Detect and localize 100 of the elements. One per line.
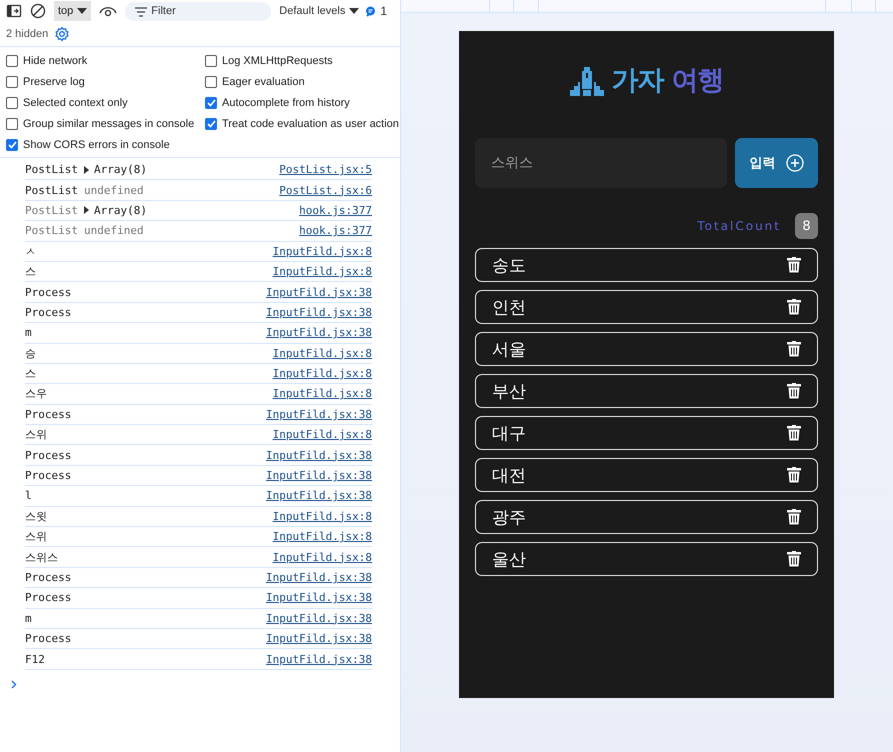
app-title: 여행 [672,64,724,98]
setting-option[interactable]: Autocomplete from history [205,92,400,113]
submit-button[interactable]: 입력 [735,138,818,188]
source-link[interactable]: InputFild.jsx:38 [266,306,372,319]
source-link[interactable]: InputFild.jsx:38 [266,652,372,666]
log-message: 승 [25,346,36,361]
log-message: Process [25,469,72,482]
trash-icon[interactable] [787,425,801,441]
source-link[interactable]: InputFild.jsx:38 [266,612,372,625]
source-link[interactable]: InputFild.jsx:38 [266,469,372,482]
log-message: l [25,489,32,502]
setting-option[interactable]: Group similar messages in console [6,113,205,134]
checkmark-icon [206,120,216,128]
checkbox[interactable] [205,96,217,108]
setting-option[interactable]: Selected context only [6,92,205,113]
log-message: PostList [25,163,78,176]
levels-dropdown[interactable]: Default levels [279,5,360,17]
checkbox[interactable] [205,118,217,130]
trash-icon[interactable] [787,341,801,357]
checkbox[interactable] [6,138,18,150]
log-message: 스윗 [25,508,47,524]
source-link[interactable]: InputFild.jsx:38 [266,632,372,646]
filter-icon [135,6,148,16]
source-link[interactable]: InputFild.jsx:8 [272,428,372,442]
log-message: Process [25,591,72,604]
checkmark-icon [206,98,216,106]
setting-option[interactable]: Preserve log [6,71,205,92]
trash-icon[interactable] [787,551,801,567]
source-link[interactable]: InputFild.jsx:38 [266,286,372,299]
clear-console-icon[interactable] [30,3,46,19]
log-message: 스위스 [25,550,58,565]
object-preview[interactable]: Array(8) [84,204,147,217]
source-link[interactable]: PostList.jsx:5 [279,163,372,176]
log-message: F12 [25,652,45,666]
trash-icon[interactable] [787,509,801,525]
checkbox[interactable] [205,54,217,66]
item-label: 부산 [492,380,526,402]
source-link[interactable]: hook.js:377 [299,224,372,238]
source-link[interactable]: InputFild.jsx:8 [272,367,372,380]
setting-option[interactable]: Treat code evaluation as user action [205,113,400,134]
log-message: Process [25,306,72,319]
option-label: Autocomplete from history [222,96,350,108]
setting-option[interactable]: Eager evaluation [205,71,400,92]
item-label: 대구 [492,422,526,444]
log-message: ㅅ [25,244,36,259]
rocket-icon [570,64,604,96]
log-message: PostList [25,224,78,238]
eye-icon[interactable] [99,4,118,18]
source-link[interactable]: InputFild.jsx:8 [272,530,372,544]
prompt-icon[interactable] [11,680,17,689]
trash-icon[interactable] [787,257,801,273]
option-label: Log XMLHttpRequests [222,54,333,66]
source-link[interactable]: InputFild.jsx:8 [272,510,372,523]
trash-icon[interactable] [787,383,801,399]
setting-option[interactable]: Log XMLHttpRequests [205,50,400,71]
setting-option[interactable]: Hide network [6,50,205,71]
log-message: 스우 [25,386,47,402]
trash-icon[interactable] [787,467,801,483]
trash-icon[interactable] [787,299,801,315]
checkbox[interactable] [6,118,18,130]
filter-field[interactable]: Filter [125,2,272,20]
context-dropdown[interactable]: top [54,1,92,21]
settings-icon[interactable] [54,26,70,42]
source-link[interactable]: InputFild.jsx:38 [266,571,372,584]
issues-button[interactable]: 1 [365,4,388,18]
source-link[interactable]: InputFild.jsx:8 [272,346,372,360]
source-link[interactable]: InputFild.jsx:38 [266,591,372,604]
log-value: undefined [84,184,144,197]
source-link[interactable]: InputFild.jsx:8 [272,244,372,258]
source-link[interactable]: hook.js:377 [299,204,372,217]
source-link[interactable]: InputFild.jsx:38 [266,448,372,462]
sidebar-toggle-icon[interactable] [6,3,22,19]
checkbox[interactable] [6,54,18,66]
source-link[interactable]: PostList.jsx:6 [279,184,372,197]
log-message: Process [25,632,72,646]
item-label: 서울 [492,338,526,360]
source-link[interactable]: InputFild.jsx:38 [266,408,372,421]
app-title: 가자 [612,64,664,98]
count-badge: 8 [795,213,818,239]
checkbox[interactable] [6,96,18,108]
option-label: Preserve log [23,76,85,88]
item-label: 송도 [492,254,526,276]
item-label: 인천 [492,296,526,318]
checkbox[interactable] [205,76,217,88]
source-link[interactable]: InputFild.jsx:8 [272,550,372,564]
source-link[interactable]: InputFild.jsx:38 [266,489,372,502]
log-message: Process [25,286,72,299]
checkbox[interactable] [6,76,18,88]
source-link[interactable]: InputFild.jsx:8 [272,265,372,278]
object-preview[interactable]: Array(8) [84,163,147,176]
log-message: 스위 [25,427,47,442]
source-link[interactable]: InputFild.jsx:38 [266,326,372,340]
setting-option[interactable]: Show CORS errors in console [6,134,205,155]
item-label: 대전 [492,464,526,486]
text-input[interactable]: 스위스 [475,138,727,188]
source-link[interactable]: InputFild.jsx:8 [272,387,372,400]
log-message: Process [25,408,72,421]
option-label: Group similar messages in console [23,118,194,130]
item-label: 울산 [492,548,526,570]
log-message: 스 [25,366,36,382]
